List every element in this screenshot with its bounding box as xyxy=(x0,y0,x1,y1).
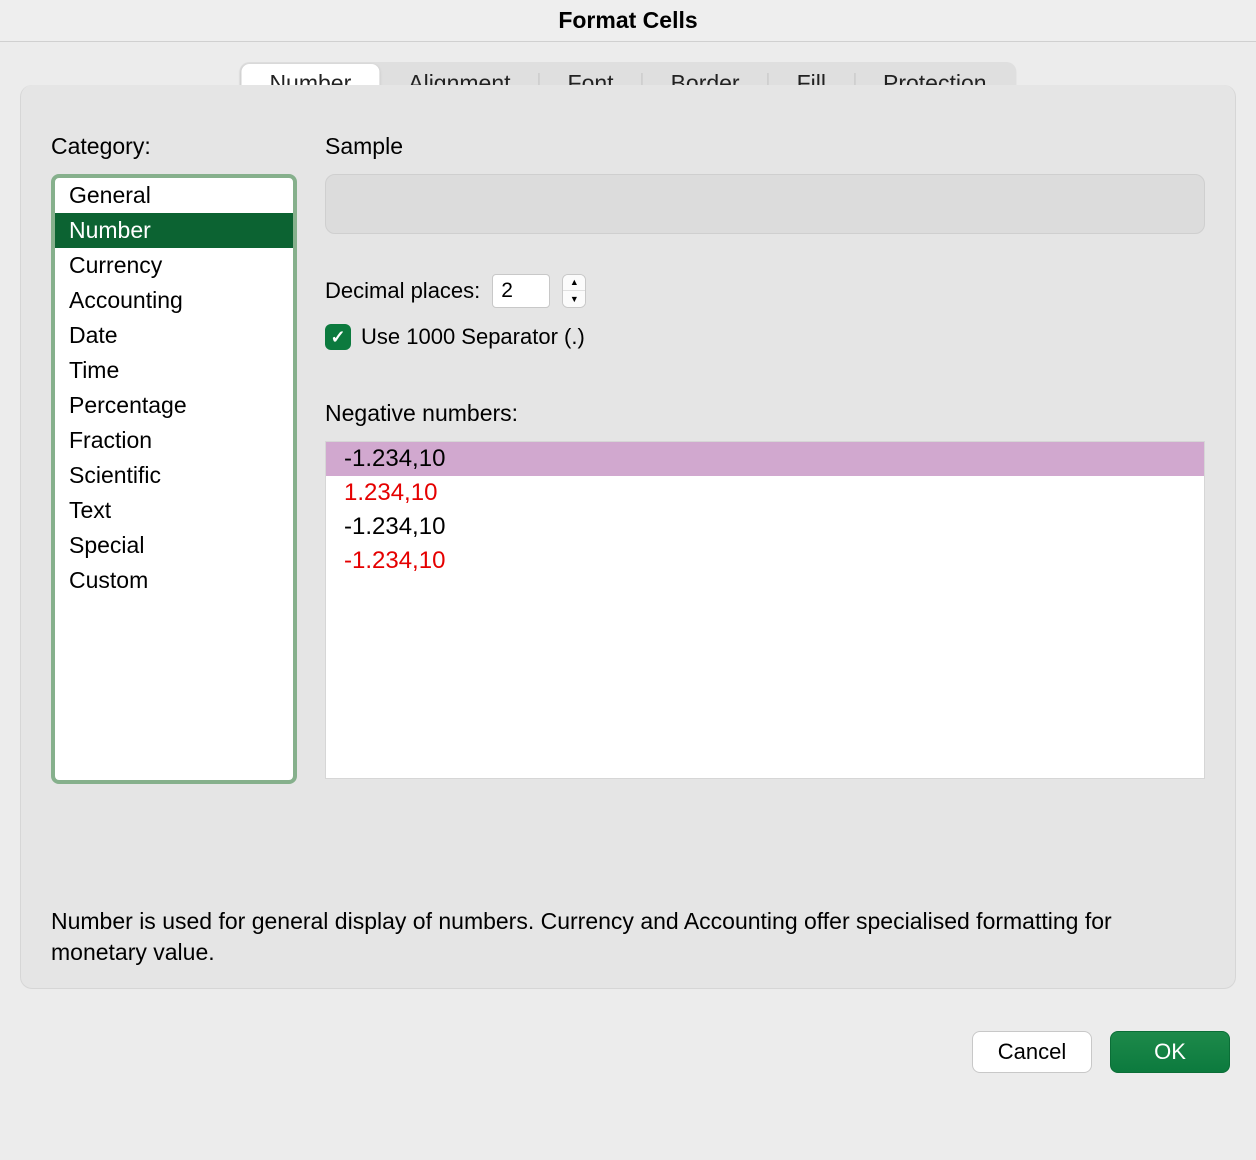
cancel-button[interactable]: Cancel xyxy=(972,1031,1092,1073)
category-item-fraction[interactable]: Fraction xyxy=(55,423,293,458)
category-item-number[interactable]: Number xyxy=(55,213,293,248)
tab-panel: Category: GeneralNumberCurrencyAccountin… xyxy=(20,85,1236,989)
checkmark-icon: ✓ xyxy=(330,327,345,348)
dialog-title: Format Cells xyxy=(0,0,1256,42)
negative-numbers-listbox[interactable]: -1.234,101.234,10-1.234,10-1.234,10 xyxy=(325,441,1205,779)
category-item-time[interactable]: Time xyxy=(55,353,293,388)
negative-option[interactable]: 1.234,10 xyxy=(326,476,1204,510)
thousand-separator-checkbox[interactable]: ✓ xyxy=(325,324,351,350)
decimal-places-stepper[interactable]: ▲ ▼ xyxy=(562,274,586,308)
dialog-footer: Cancel OK xyxy=(0,1019,1256,1085)
category-item-custom[interactable]: Custom xyxy=(55,563,293,598)
negative-option[interactable]: -1.234,10 xyxy=(326,442,1204,476)
category-item-accounting[interactable]: Accounting xyxy=(55,283,293,318)
sample-preview xyxy=(325,174,1205,234)
stepper-up-icon[interactable]: ▲ xyxy=(563,275,585,291)
category-item-date[interactable]: Date xyxy=(55,318,293,353)
decimal-places-input[interactable] xyxy=(492,274,550,308)
stepper-down-icon[interactable]: ▼ xyxy=(563,291,585,307)
category-item-general[interactable]: General xyxy=(55,178,293,213)
category-item-scientific[interactable]: Scientific xyxy=(55,458,293,493)
sample-label: Sample xyxy=(325,133,1205,160)
category-item-text[interactable]: Text xyxy=(55,493,293,528)
category-item-special[interactable]: Special xyxy=(55,528,293,563)
thousand-separator-label: Use 1000 Separator (.) xyxy=(361,324,585,350)
negative-numbers-label: Negative numbers: xyxy=(325,400,1205,427)
dialog-content: NumberAlignmentFontBorderFillProtection … xyxy=(0,42,1256,1085)
category-label: Category: xyxy=(51,133,297,160)
category-listbox[interactable]: GeneralNumberCurrencyAccountingDateTimeP… xyxy=(51,174,297,784)
category-item-percentage[interactable]: Percentage xyxy=(55,388,293,423)
negative-option[interactable]: -1.234,10 xyxy=(326,544,1204,578)
category-item-currency[interactable]: Currency xyxy=(55,248,293,283)
category-description: Number is used for general display of nu… xyxy=(51,906,1205,968)
negative-option[interactable]: -1.234,10 xyxy=(326,510,1204,544)
decimal-places-label: Decimal places: xyxy=(325,278,480,304)
ok-button[interactable]: OK xyxy=(1110,1031,1230,1073)
